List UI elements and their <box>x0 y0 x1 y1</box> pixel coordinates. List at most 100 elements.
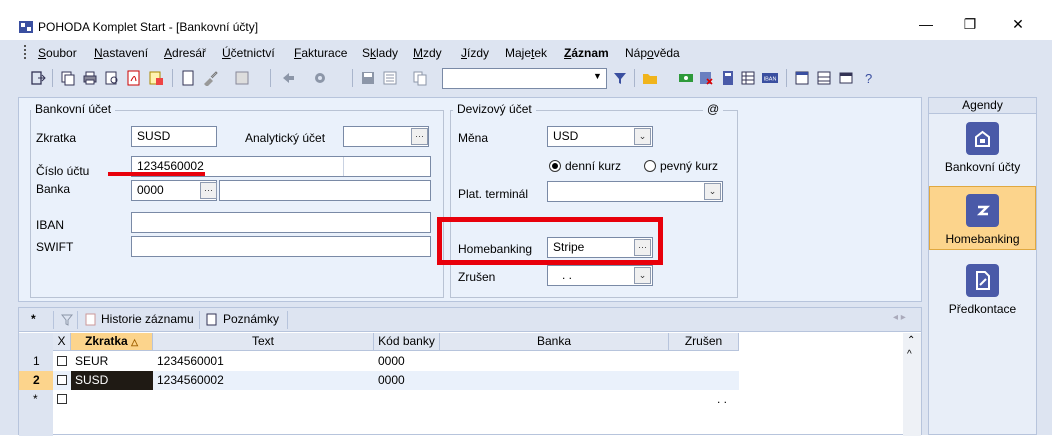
tab-star[interactable]: * <box>31 312 36 326</box>
calc-icon[interactable] <box>234 70 250 86</box>
pdf-icon[interactable] <box>126 70 142 86</box>
menu-item-majetek[interactable]: Majetek <box>505 46 547 60</box>
chevron-down-icon[interactable]: ⌄ <box>634 128 651 145</box>
duplicate-icon[interactable] <box>412 70 428 86</box>
copy-icon[interactable] <box>60 70 76 86</box>
highlight-box <box>437 217 663 265</box>
menu-item-účetnictví[interactable]: Účetnictví <box>222 46 275 60</box>
col-header-banka[interactable]: Banka <box>440 333 669 351</box>
filter-icon[interactable] <box>61 313 73 327</box>
menu-item-fakturace[interactable]: Fakturace <box>294 46 347 60</box>
cell-zrusen: . . <box>717 392 728 406</box>
sidebar-item-predkontace[interactable]: Předkontace <box>929 264 1036 316</box>
cell-text: 1234560001 <box>157 354 224 368</box>
sidebar-item-label: Předkontace <box>948 302 1017 316</box>
gear-icon[interactable] <box>312 70 328 86</box>
row-checkbox[interactable] <box>57 394 67 404</box>
zkratka-input[interactable]: SUSD <box>131 126 217 147</box>
radio-daily-rate[interactable] <box>549 160 561 172</box>
sidebar-item-homebanking[interactable]: Homebanking <box>929 186 1036 250</box>
print-preview-icon[interactable] <box>104 70 120 86</box>
toolbar: ▼ IBAN ? <box>0 64 1052 92</box>
col-header-text[interactable]: Text <box>153 333 374 351</box>
quick-search-combo[interactable] <box>442 68 607 89</box>
new-record-icon[interactable] <box>180 70 196 86</box>
row-checkbox[interactable] <box>57 375 67 385</box>
restore-button[interactable]: ❐ <box>960 16 980 33</box>
homebanking-icon <box>966 194 999 227</box>
menu-item-mzdy[interactable]: Mzdy <box>413 46 442 60</box>
menu-grip-icon <box>24 45 26 59</box>
col-header-zkratka[interactable]: Zkratka △ <box>71 333 153 351</box>
col-header-kod-banky[interactable]: Kód banky <box>374 333 440 351</box>
list-icon[interactable] <box>382 70 398 86</box>
radio-fixed-rate[interactable] <box>644 160 656 172</box>
chevron-down-icon[interactable]: ⌄ <box>704 183 721 200</box>
document-edit-icon <box>966 264 999 297</box>
svg-text:?: ? <box>865 71 872 86</box>
plat-terminal-label: Plat. terminál <box>458 187 529 201</box>
folder-icon[interactable] <box>642 70 658 86</box>
window-icon[interactable] <box>838 70 854 86</box>
zkratka-label: Zkratka <box>36 131 77 145</box>
form-view-icon[interactable] <box>794 70 810 86</box>
document-x-icon[interactable] <box>698 70 714 86</box>
tab-poznamky[interactable]: Poznámky <box>223 312 279 326</box>
iban-label: IBAN <box>36 218 65 232</box>
menu-item-záznam[interactable]: Záznam <box>564 46 609 60</box>
edit-brush-icon[interactable] <box>202 70 218 86</box>
tab-historie-zaznamu[interactable]: Historie záznamu <box>101 312 194 326</box>
table-row[interactable]: 1 SEUR 1234560001 0000 <box>33 352 739 371</box>
back-arrow-icon[interactable] <box>280 70 296 86</box>
row-checkbox[interactable] <box>57 356 67 366</box>
cislo-uctu-label: Číslo účtu <box>36 164 90 178</box>
menu-item-soubor[interactable]: Soubor <box>38 46 77 60</box>
chevron-down-icon[interactable]: ⌄ <box>634 267 651 284</box>
daily-rate-label: denní kurz <box>565 159 622 173</box>
chevron-down-icon[interactable]: ▼ <box>593 71 602 81</box>
grid-view-icon[interactable] <box>816 70 832 86</box>
col-header-x[interactable]: X <box>53 333 71 351</box>
calculator-icon[interactable] <box>720 70 736 86</box>
scroll-up-icon[interactable]: ^ <box>907 349 912 360</box>
page-icon <box>206 313 217 326</box>
save-icon[interactable] <box>360 70 376 86</box>
swift-input[interactable] <box>131 236 431 257</box>
vertical-scrollbar[interactable]: ⌃ ^ <box>903 333 921 436</box>
col-header-zrusen[interactable]: Zrušen <box>669 333 739 351</box>
table-row-new[interactable]: * . . <box>33 390 739 409</box>
email-at-icon: @ <box>703 102 724 116</box>
minimize-button[interactable]: — <box>916 16 936 32</box>
menu-item-sklady[interactable]: Sklady <box>362 46 398 60</box>
report-icon[interactable] <box>148 70 164 86</box>
bank-lookup-icon[interactable]: ··· <box>200 182 217 199</box>
scroll-top-icon[interactable]: ⌃ <box>907 335 915 346</box>
tab-scroll-arrows[interactable]: ◂ ▸ <box>893 312 906 323</box>
row-number: 1 <box>33 354 40 368</box>
help-icon[interactable]: ? <box>862 70 878 86</box>
sidebar-item-bankovni-ucty[interactable]: Bankovní účty <box>929 122 1036 174</box>
menu-item-adresář[interactable]: Adresář <box>164 46 206 60</box>
banka-label: Banka <box>36 182 71 196</box>
menu-item-nápověda[interactable]: Nápověda <box>625 46 680 60</box>
money-icon[interactable] <box>678 70 694 86</box>
exit-icon[interactable] <box>30 70 46 86</box>
table-icon[interactable] <box>740 70 756 86</box>
zrusen-label: Zrušen <box>458 270 496 284</box>
fixed-rate-label: pevný kurz <box>660 159 719 173</box>
ellipsis-icon[interactable]: ··· <box>411 128 428 145</box>
table-row-selected[interactable]: 2 SUSD 1234560002 0000 <box>33 371 739 390</box>
foreign-account-group-title: Devizový účet <box>453 102 536 116</box>
bank-account-group-title: Bankovní účet <box>31 102 116 116</box>
menu-item-nastavení[interactable]: Nastavení <box>94 46 148 60</box>
close-button[interactable]: ✕ <box>1008 16 1028 33</box>
record-form: Bankovní účet Zkratka SUSD Analytický úč… <box>18 97 922 302</box>
sidebar-header: Agendy <box>929 98 1036 114</box>
menu-item-jízdy[interactable]: Jízdy <box>461 46 489 60</box>
plat-terminal-select[interactable] <box>547 181 723 202</box>
iban-input[interactable] <box>131 212 431 233</box>
print-icon[interactable] <box>82 70 98 86</box>
filter-icon[interactable] <box>612 70 628 86</box>
cell-zkratka: SUSD <box>71 371 153 390</box>
iban-icon[interactable]: IBAN <box>762 70 778 86</box>
